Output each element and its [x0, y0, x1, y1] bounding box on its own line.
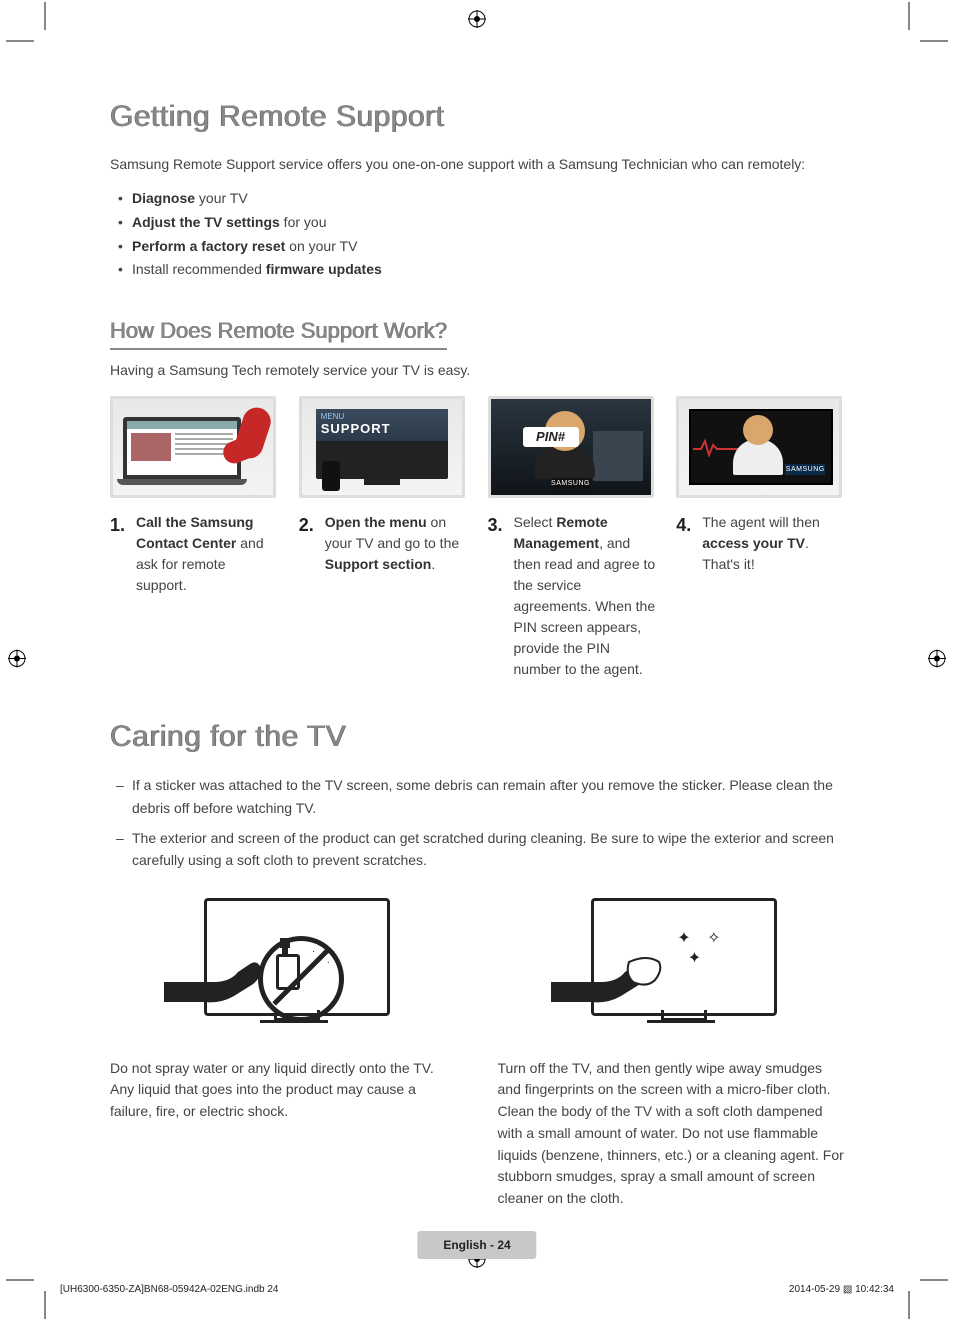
- step-2: MENU SUPPORT 2. Open the menu on your TV…: [299, 396, 468, 680]
- print-info: [UH6300-6350-ZA]BN68-05942A-02ENG.indb 2…: [60, 1284, 894, 1295]
- subintro-text: Having a Samsung Tech remotely service y…: [110, 362, 845, 378]
- step-number: 3.: [488, 512, 506, 680]
- step-2-illustration: MENU SUPPORT: [299, 396, 465, 498]
- step-3-illustration: PIN# SAMSUNG: [488, 396, 654, 498]
- print-timestamp: 2014-05-29 ▧ 10:42:34: [789, 1284, 894, 1295]
- heading-how-it-works: How Does Remote Support Work?: [110, 318, 447, 350]
- list-item: Adjust the TV settings for you: [132, 211, 845, 235]
- intro-text: Samsung Remote Support service offers yo…: [110, 154, 845, 175]
- wipe-cloth-illustration: ✦ ✧ ✦: [551, 892, 791, 1042]
- step-text: Open the menu on your TV and go to the S…: [325, 512, 468, 575]
- crop-tick-icon: [44, 1291, 46, 1319]
- list-item: Install recommended firmware updates: [132, 258, 845, 282]
- care-col-2: ✦ ✧ ✦ Turn off the TV, and then gently w…: [498, 892, 846, 1210]
- heading-caring: Caring for the TV: [110, 720, 845, 754]
- crop-tick-icon: [908, 2, 910, 30]
- crop-tick-icon: [6, 40, 34, 42]
- step-4-illustration: SAMSUNG: [676, 396, 842, 498]
- steps-row: 1. Call the Samsung Contact Center and a…: [110, 396, 845, 680]
- care-text-1: Do not spray water or any liquid directl…: [110, 1058, 458, 1123]
- registration-mark-icon: [928, 649, 946, 672]
- step-1: 1. Call the Samsung Contact Center and a…: [110, 396, 279, 680]
- capability-list: Diagnose your TV Adjust the TV settings …: [110, 187, 845, 282]
- crop-tick-icon: [44, 2, 46, 30]
- registration-mark-icon: [8, 649, 26, 672]
- step-number: 4.: [676, 512, 694, 575]
- crop-tick-icon: [920, 40, 948, 42]
- care-row: · · · · · Do not spray water or any liqu…: [110, 892, 845, 1210]
- registration-mark-icon: [468, 10, 486, 33]
- step-number: 1.: [110, 512, 128, 596]
- menu-label: MENU: [321, 412, 443, 421]
- step-number: 2.: [299, 512, 317, 575]
- prohibit-icon: [258, 936, 344, 1022]
- list-item: Diagnose your TV: [132, 187, 845, 211]
- sparkle-icon: ✦ ✧ ✦: [677, 928, 726, 968]
- hand-cloth-icon: [551, 952, 663, 998]
- remote-icon: [322, 461, 340, 491]
- phone-icon: [232, 404, 275, 462]
- no-spray-illustration: · · · · ·: [164, 892, 404, 1042]
- step-text: Select Remote Management, and then read …: [514, 512, 657, 680]
- crop-tick-icon: [920, 1279, 948, 1281]
- step-4: SAMSUNG 4. The agent will then access yo…: [676, 396, 845, 680]
- step-text: Call the Samsung Contact Center and ask …: [136, 512, 279, 596]
- page-footer: English - 24: [417, 1231, 536, 1259]
- list-item: If a sticker was attached to the TV scre…: [132, 774, 845, 819]
- care-text-2: Turn off the TV, and then gently wipe aw…: [498, 1058, 846, 1210]
- brand-label: SAMSUNG: [551, 478, 591, 489]
- care-col-1: · · · · · Do not spray water or any liqu…: [110, 892, 458, 1210]
- step-3: PIN# SAMSUNG 3. Select Remote Management…: [488, 396, 657, 680]
- support-label: SUPPORT: [321, 421, 443, 436]
- list-item: Perform a factory reset on your TV: [132, 235, 845, 259]
- step-text: The agent will then access your TV. That…: [702, 512, 845, 575]
- list-item: The exterior and screen of the product c…: [132, 827, 845, 872]
- crop-tick-icon: [908, 1291, 910, 1319]
- pin-label: PIN#: [523, 427, 579, 447]
- brand-label: SAMSUNG: [785, 464, 825, 475]
- heading-remote-support: Getting Remote Support: [110, 100, 845, 134]
- print-file: [UH6300-6350-ZA]BN68-05942A-02ENG.indb 2…: [60, 1284, 278, 1295]
- step-1-illustration: [110, 396, 276, 498]
- crop-tick-icon: [6, 1279, 34, 1281]
- caring-notes: If a sticker was attached to the TV scre…: [110, 774, 845, 872]
- page-content: Getting Remote Support Samsung Remote Su…: [110, 100, 845, 1210]
